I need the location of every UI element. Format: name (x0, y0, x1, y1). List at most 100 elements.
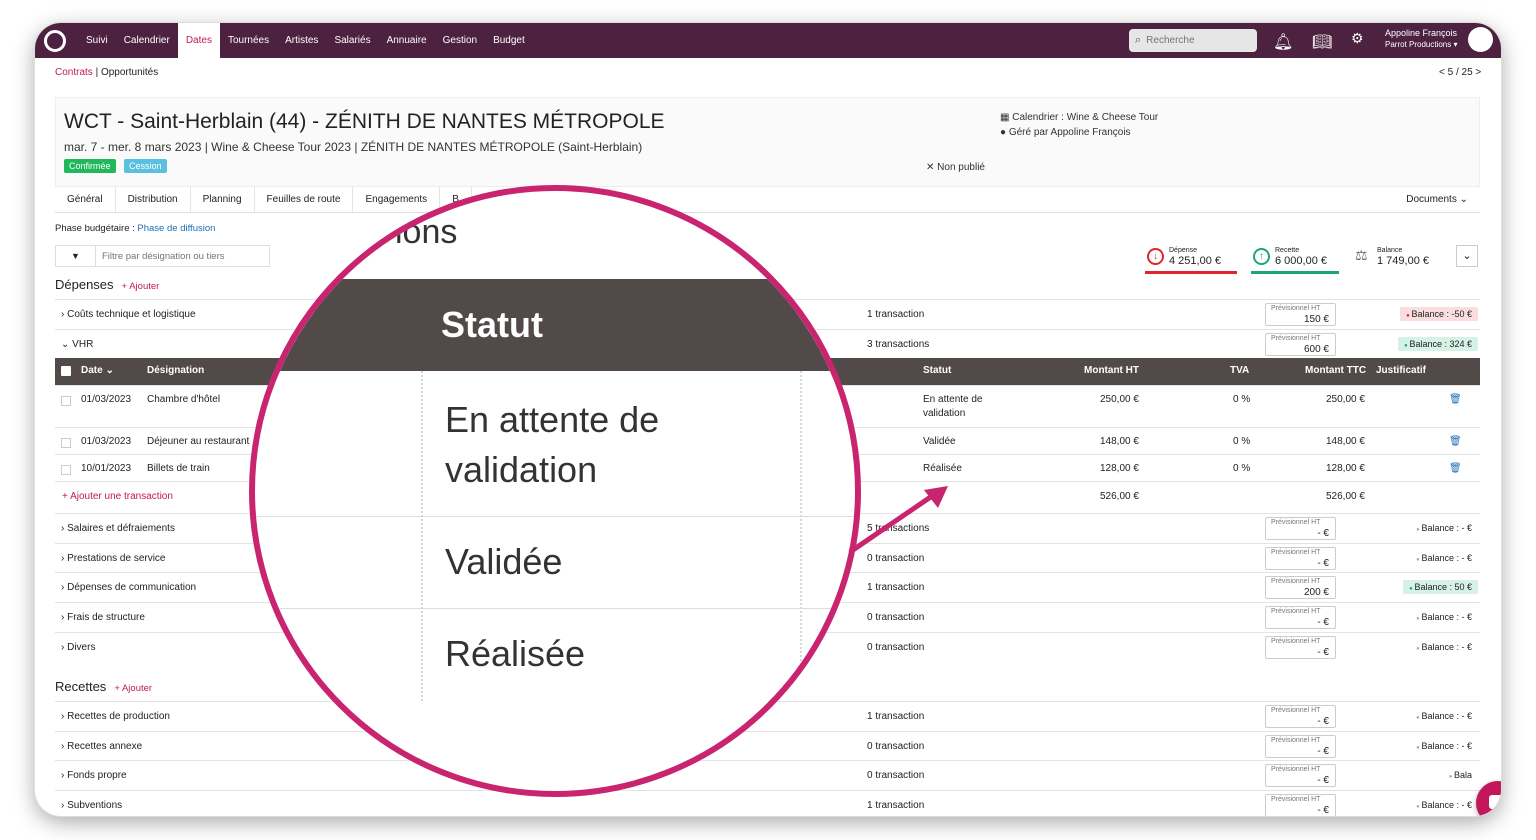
nav-item-6[interactable]: Annuaire (379, 23, 435, 58)
tab-0[interactable]: Général (55, 187, 116, 212)
cell-designation: Billets de train (147, 463, 210, 474)
recettes-add-button[interactable]: + Ajouter (114, 683, 152, 694)
select-all-checkbox[interactable] (61, 366, 71, 376)
category-label[interactable]: › Salaires et défraiements (61, 523, 175, 534)
search-box[interactable]: ⌕ (1129, 29, 1257, 52)
tab-3[interactable]: Feuilles de route (255, 187, 354, 212)
category-label[interactable]: › Coûts technique et logistique (61, 309, 196, 320)
previsionnel-input[interactable]: Prévisionnel HT - € (1265, 606, 1336, 630)
breadcrumb-contrats[interactable]: Contrats (55, 67, 93, 78)
nav-item-2[interactable]: Dates (177, 23, 220, 58)
row-checkbox[interactable] (61, 438, 71, 448)
balance-text: Balance : -50 € (1411, 309, 1472, 319)
category-label[interactable]: › Dépenses de communication (61, 582, 196, 593)
previsionnel-input[interactable]: Prévisionnel HT 600 € (1265, 332, 1336, 356)
balance-text: Balance : - € (1421, 740, 1472, 751)
user-menu[interactable]: Appoline François Parrot Productions ▾ (1385, 28, 1458, 50)
nav-item-0[interactable]: Suivi (78, 23, 116, 58)
category-label[interactable]: › Divers (61, 642, 95, 653)
tab-1[interactable]: Distribution (116, 187, 191, 212)
previsionnel-input[interactable]: Prévisionnel HT - € (1265, 794, 1336, 816)
app-logo-icon[interactable] (44, 29, 66, 52)
previsionnel-label: Prévisionnel HT (1271, 637, 1321, 645)
cell-statut: Validée (923, 436, 956, 447)
category-row[interactable]: › Fonds propre 0 transaction Prévisionnel … (55, 760, 1480, 790)
col-date[interactable]: Date ⌄ (81, 365, 114, 376)
recettes-header: Recettes + Ajouter (55, 679, 152, 694)
category-label[interactable]: › Recettes de production (61, 711, 170, 722)
balance-text: Balance : 324 € (1409, 338, 1472, 349)
category-row[interactable]: › Recettes annexe 0 transaction Prévisionn… (55, 730, 1480, 761)
previsionnel-input[interactable]: Prévisionnel HT - € (1265, 635, 1336, 659)
category-label[interactable]: ⌄ VHR (61, 339, 93, 350)
category-label[interactable]: › Recettes annexe (61, 741, 142, 752)
category-row[interactable]: › Subventions 1 transaction Prévisionnel H… (55, 790, 1480, 816)
publish-text: Non publié (937, 162, 985, 173)
tab-4[interactable]: Engagements (353, 187, 441, 212)
depenses-title: Dépenses (55, 277, 114, 292)
previsionnel-input[interactable]: Prévisionnel HT - € (1265, 764, 1336, 788)
category-label[interactable]: › Frais de structure (61, 612, 145, 623)
cell-date: 01/03/2023 (81, 436, 132, 447)
previsionnel-input[interactable]: Prévisionnel HT - € (1265, 705, 1336, 728)
nav-item-7[interactable]: Gestion (435, 23, 485, 58)
total-ht: 526,00 € (1100, 491, 1139, 502)
nav-item-4[interactable]: Artistes (277, 23, 326, 58)
top-navbar: Suivi Calendrier Dates Tournées Artistes Sala… (35, 23, 1501, 58)
filter-icon[interactable]: ▼ (56, 246, 96, 266)
col-statut: Statut (923, 365, 952, 376)
previsionnel-input[interactable]: Prévisionnel HT - € (1265, 517, 1336, 540)
trash-icon[interactable]: 🗑︎ (1449, 393, 1462, 407)
chevron-down-icon: ▾ (1451, 40, 1458, 49)
previsionnel-input[interactable]: Prévisionnel HT - € (1265, 546, 1336, 570)
previsionnel-value: - € (1317, 617, 1329, 629)
filter-input[interactable] (96, 246, 266, 266)
category-name: Recettes annexe (67, 740, 143, 752)
search-input[interactable] (1146, 35, 1247, 46)
breadcrumb: Contrats | Opportunités (55, 67, 158, 78)
nav-item-1[interactable]: Calendrier (116, 23, 178, 58)
previsionnel-input[interactable]: Prévisionnel HT 200 € (1265, 576, 1336, 600)
nav-item-3[interactable]: Tournées (220, 23, 277, 58)
phase-link[interactable]: Phase de diffusion (137, 223, 215, 234)
transaction-count: 3 transactions (867, 338, 930, 350)
category-name: Coûts technique et logistique (67, 309, 196, 320)
calendar-info[interactable]: ▦ Calendrier : Wine & Cheese Tour (1000, 112, 1158, 123)
previsionnel-value: - € (1317, 646, 1329, 658)
nav-item-8[interactable]: Budget (485, 23, 533, 58)
category-label[interactable]: › Subventions (61, 800, 122, 811)
tab-2[interactable]: Planning (191, 187, 255, 212)
cell-tva: 0 % (1233, 436, 1251, 447)
nav-item-5[interactable]: Salariés (326, 23, 378, 58)
bell-icon[interactable]: 🔔︎ (1273, 32, 1293, 52)
expand-kpi-button[interactable]: ⌄ (1456, 245, 1478, 267)
kpi-recette-label: Recette (1275, 247, 1300, 254)
balance-text: Balance : - € (1421, 523, 1472, 533)
previsionnel-value: - € (1317, 745, 1329, 757)
col-montant-ht: Montant HT (1084, 365, 1139, 376)
chevron-right-icon: ⌄ (61, 338, 73, 350)
category-label[interactable]: › Prestations de service (61, 553, 166, 564)
previsionnel-input[interactable]: Prévisionnel HT - € (1265, 734, 1336, 758)
balance-text: Bala (1453, 770, 1472, 781)
add-transaction-button[interactable]: + Ajouter une transaction (62, 491, 173, 502)
previsionnel-label: Prévisionnel HT (1271, 766, 1321, 774)
gear-icon[interactable]: ⚙ (1351, 30, 1364, 47)
documents-label: Documents (1406, 194, 1457, 205)
breadcrumb-opportunites[interactable]: Opportunités (101, 67, 158, 78)
book-icon[interactable]: 📖︎ (1312, 32, 1332, 52)
avatar[interactable] (1468, 27, 1493, 52)
previsionnel-input[interactable]: Prévisionnel HT 150 € (1265, 303, 1336, 326)
publish-status[interactable]: ✕ Non publié (926, 162, 985, 173)
trash-icon[interactable]: 🗑︎ (1449, 435, 1462, 449)
pager[interactable]: < 5 / 25 > (1439, 67, 1481, 78)
row-checkbox[interactable] (61, 465, 71, 475)
balance-badge: ● Balance : - € (1410, 640, 1478, 654)
documents-dropdown[interactable]: Documents ⌄ (1406, 187, 1468, 213)
total-ttc: 526,00 € (1326, 491, 1365, 502)
depenses-add-button[interactable]: + Ajouter (122, 281, 160, 292)
trash-icon[interactable]: 🗑︎ (1449, 462, 1462, 476)
row-checkbox[interactable] (61, 396, 71, 406)
category-label[interactable]: › Fonds propre (61, 770, 127, 781)
cell-tva: 0 % (1233, 463, 1251, 474)
